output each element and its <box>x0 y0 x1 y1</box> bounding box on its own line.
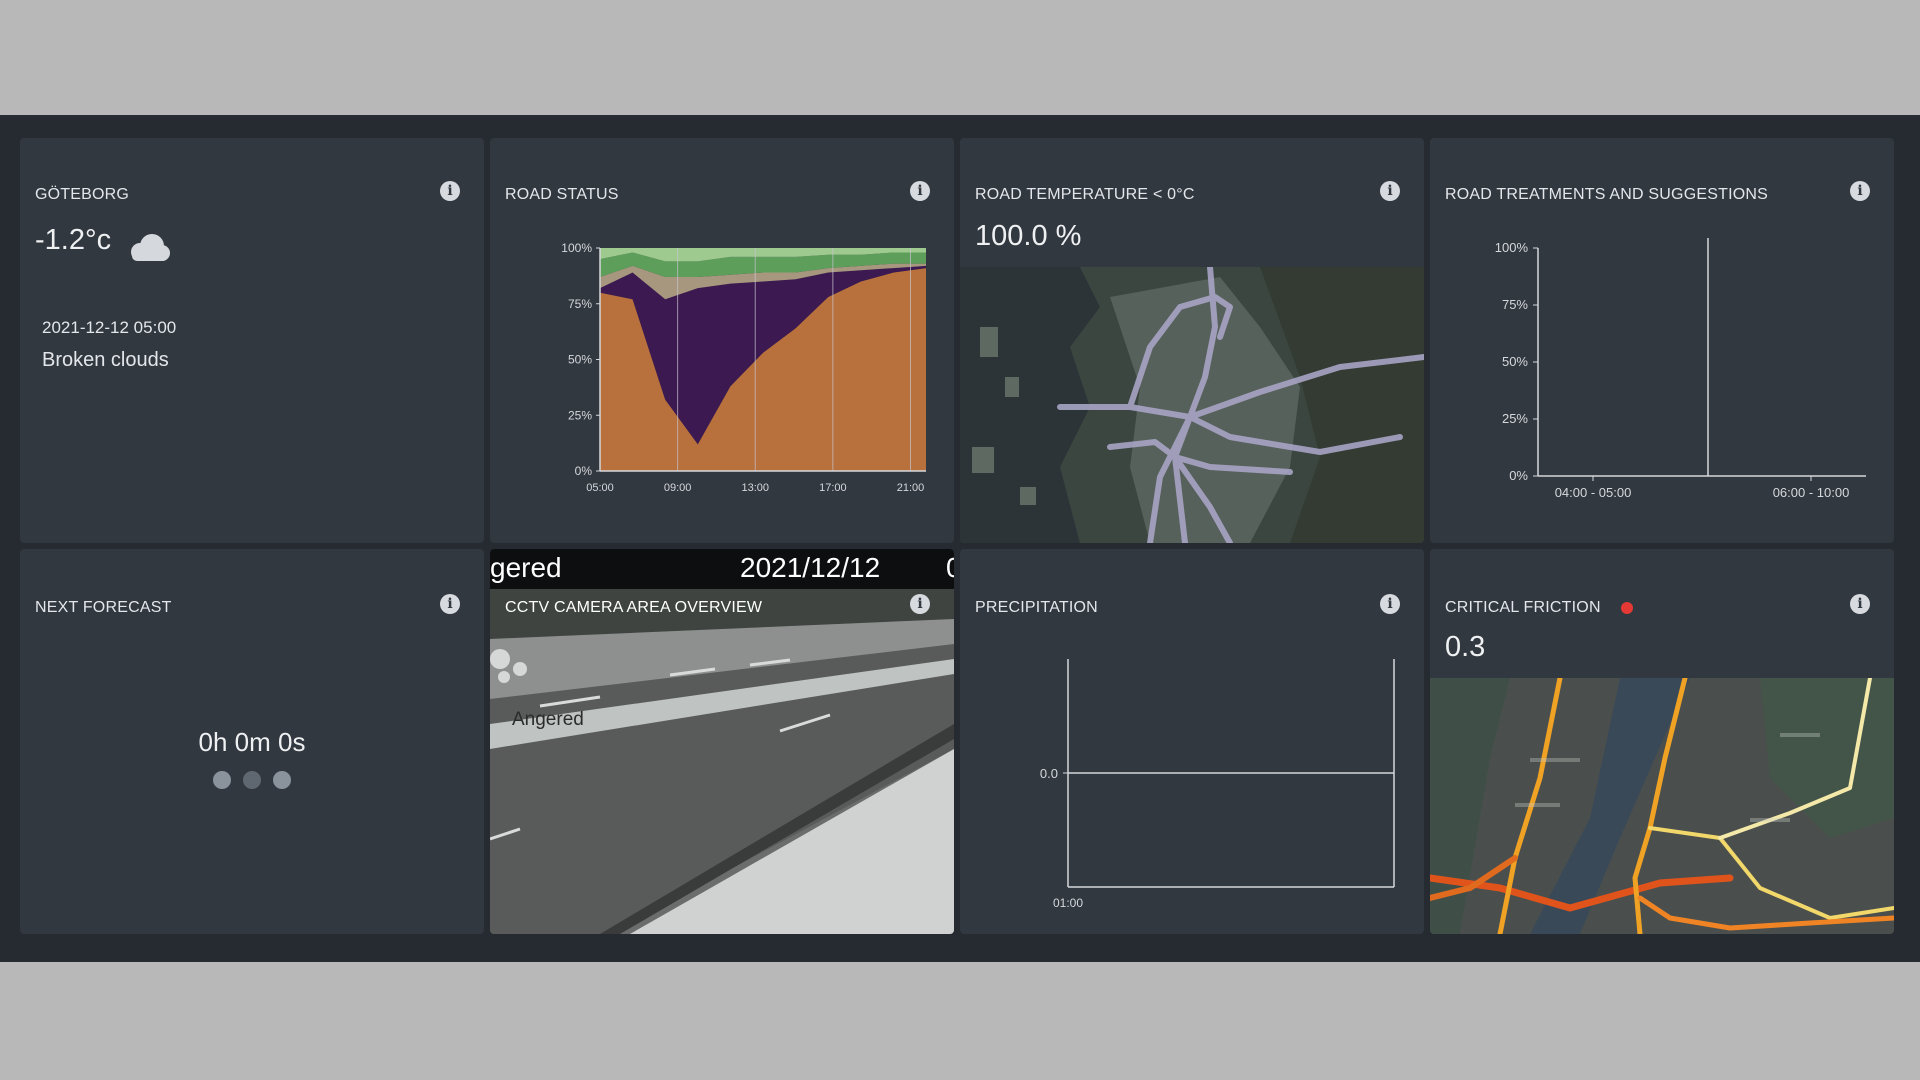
info-icon[interactable]: i <box>910 594 930 614</box>
road-status-chart: 05:00 09:00 13:00 17:00 21:00 100% 75% 50% 25% 0% <box>561 241 926 494</box>
y-tick-label: 50% <box>568 353 592 367</box>
precipitation-chart: 0.0 01:00 <box>1040 659 1395 910</box>
loading-indicator <box>20 771 484 794</box>
y-tick-label: 25% <box>1502 411 1528 426</box>
x-tick-label: 13:00 <box>741 482 769 494</box>
y-tick-label: 0% <box>1509 468 1528 483</box>
road-temperature-card: ROAD TEMPERATURE < 0°c i 100.0 % <box>960 138 1424 543</box>
info-icon[interactable]: i <box>1380 181 1400 201</box>
critical-friction-value: 0.3 <box>1445 631 1486 663</box>
y-tick-label: 25% <box>568 408 592 422</box>
camera-location-label: Angered <box>512 709 584 730</box>
road-temperature-value: 100.0 % <box>975 220 1082 252</box>
alert-dot <box>1621 602 1633 614</box>
road-treatments-card: ROAD TREATMENTS AND SUGGESTIONS i 100% 75… <box>1430 138 1894 543</box>
weather-description: Broken clouds <box>42 349 169 371</box>
y-tick-label: 50% <box>1502 354 1528 369</box>
dashboard: GÖTEBORG i -1.2°c 2021-12-12 05:00 Broke… <box>0 115 1920 962</box>
y-tick-label: 75% <box>568 297 592 311</box>
x-tick-label: 21:00 <box>897 482 925 494</box>
critical-friction-card: CRITICAL FRICTION i 0.3 <box>1430 549 1894 934</box>
x-tick-label: 05:00 <box>586 482 614 494</box>
cctv-overlay-location: gered <box>490 552 562 583</box>
road-status-card: ROAD STATUS i 05:00 09:00 13:00 17:00 21:00 1… <box>490 138 954 543</box>
y-tick-label: 100% <box>561 241 592 255</box>
x-tick-label: 06:00 - 10:00 <box>1773 485 1850 500</box>
cctv-title: CCTV CAMERA AREA OVERVIEW <box>505 599 763 616</box>
critical-friction-map[interactable] <box>1430 678 1894 934</box>
cctv-card: gered 2021/12/12 0 CCTV CAMERA AREA OVER… <box>490 549 954 934</box>
info-icon[interactable]: i <box>1850 594 1870 614</box>
x-tick-label: 09:00 <box>664 482 692 494</box>
x-tick-label: 17:00 <box>819 482 847 494</box>
info-icon[interactable]: i <box>440 594 460 614</box>
y-tick-label: 100% <box>1495 240 1529 255</box>
loading-dot <box>243 771 261 789</box>
road-temperature-title: ROAD TEMPERATURE < 0°c <box>975 186 1195 203</box>
y-tick-label: 0.0 <box>1040 766 1058 781</box>
critical-friction-title: CRITICAL FRICTION <box>1445 599 1601 616</box>
weather-card: GÖTEBORG i -1.2°c 2021-12-12 05:00 Broke… <box>20 138 484 543</box>
next-forecast-card: NEXT FORECAST i 0h 0m 0s <box>20 549 484 934</box>
forecast-datetime: 2021-12-12 05:00 <box>42 318 177 337</box>
y-tick-label: 0% <box>575 464 593 478</box>
precipitation-card: PRECIPITATION i 0.0 01:00 <box>960 549 1424 934</box>
countdown-timer: 0h 0m 0s <box>198 727 306 757</box>
road-treatments-chart: 100% 75% 50% 25% 0% 04:00 - 05:00 06:00 - 10:0… <box>1495 238 1866 500</box>
next-forecast-title: NEXT FORECAST <box>35 599 172 616</box>
x-tick-label: 01:00 <box>1053 896 1083 910</box>
loading-dot <box>212 771 231 789</box>
road-temperature-map[interactable] <box>960 267 1424 543</box>
temperature-value: -1.2°c <box>35 224 112 256</box>
cctv-overlay-date: 2021/12/12 <box>740 552 881 583</box>
weather-title: GÖTEBORG <box>35 186 130 203</box>
loading-dot <box>273 771 292 789</box>
cctv-overlay-extra: 0 <box>946 552 954 583</box>
y-tick-label: 75% <box>1502 297 1528 312</box>
cloud-icon <box>131 234 170 261</box>
x-tick-label: 04:00 - 05:00 <box>1555 485 1632 500</box>
info-icon[interactable]: i <box>440 181 460 201</box>
